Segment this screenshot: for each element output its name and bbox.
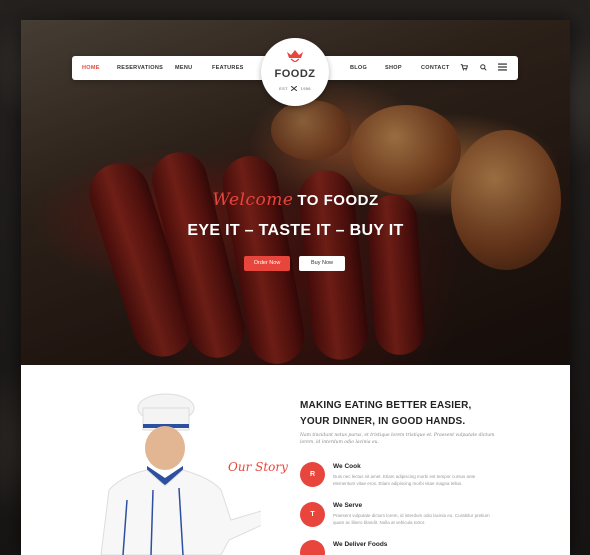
nav-menu[interactable]: MENU bbox=[175, 56, 192, 80]
cart-icon[interactable] bbox=[460, 56, 469, 80]
nav-features[interactable]: FEATURES bbox=[212, 56, 244, 80]
logo-est: EST 1956 bbox=[261, 86, 329, 92]
logo-name: FOODZ bbox=[274, 68, 316, 80]
cutlery-icon bbox=[290, 86, 298, 92]
feature-desc-serve: Praesent vulputate dictum lorem, id inte… bbox=[333, 513, 490, 525]
feature-title-cook: We Cook bbox=[333, 463, 361, 470]
menu-icon[interactable] bbox=[498, 56, 507, 80]
logo-est-year: 1956 bbox=[300, 86, 311, 91]
search-icon[interactable] bbox=[480, 56, 487, 80]
hero-tagline: EYE IT – TASTE IT – BUY IT bbox=[187, 222, 404, 239]
feature-badge-cook: R bbox=[300, 462, 325, 487]
hero-welcome: Welcome TO FOODZ bbox=[21, 190, 570, 210]
order-now-button[interactable]: Order Now bbox=[244, 256, 290, 271]
nav-contact[interactable]: CONTACT bbox=[421, 56, 450, 80]
feature-badge-deliver bbox=[300, 540, 325, 555]
section-intro: Nam tincidunt netus purus, et tristique … bbox=[300, 433, 495, 445]
our-story-label: Our Story bbox=[228, 460, 288, 474]
feature-title-serve: We Serve bbox=[333, 502, 363, 509]
logo-est-label: EST bbox=[279, 86, 288, 91]
section-title: MAKING EATING BETTER EASIER, YOUR DINNER… bbox=[300, 398, 472, 430]
crown-icon bbox=[287, 50, 303, 62]
website-mockup: Welcome TO FOODZ EYE IT – TASTE IT – BUY … bbox=[21, 20, 570, 555]
welcome-text: TO FOODZ bbox=[297, 192, 379, 209]
section-title-line1: MAKING EATING BETTER EASIER, bbox=[300, 400, 472, 411]
nav-home[interactable]: HOME bbox=[82, 56, 100, 80]
logo[interactable]: FOODZ EST 1956 bbox=[261, 38, 329, 106]
feature-title-deliver: We Deliver Foods bbox=[333, 541, 388, 548]
buy-now-button[interactable]: Buy Now bbox=[299, 256, 345, 271]
feature-desc-cook: Duis nec lectus sit amet. Etiam adipisci… bbox=[333, 474, 476, 486]
feature-badge-serve: T bbox=[300, 502, 325, 527]
welcome-script: Welcome bbox=[212, 190, 294, 210]
nav-blog[interactable]: BLOG bbox=[350, 56, 367, 80]
nav-reservations[interactable]: RESERVATIONS bbox=[117, 56, 163, 80]
section-title-line2: YOUR DINNER, IN GOOD HANDS. bbox=[300, 416, 466, 427]
nav-shop[interactable]: SHOP bbox=[385, 56, 402, 80]
